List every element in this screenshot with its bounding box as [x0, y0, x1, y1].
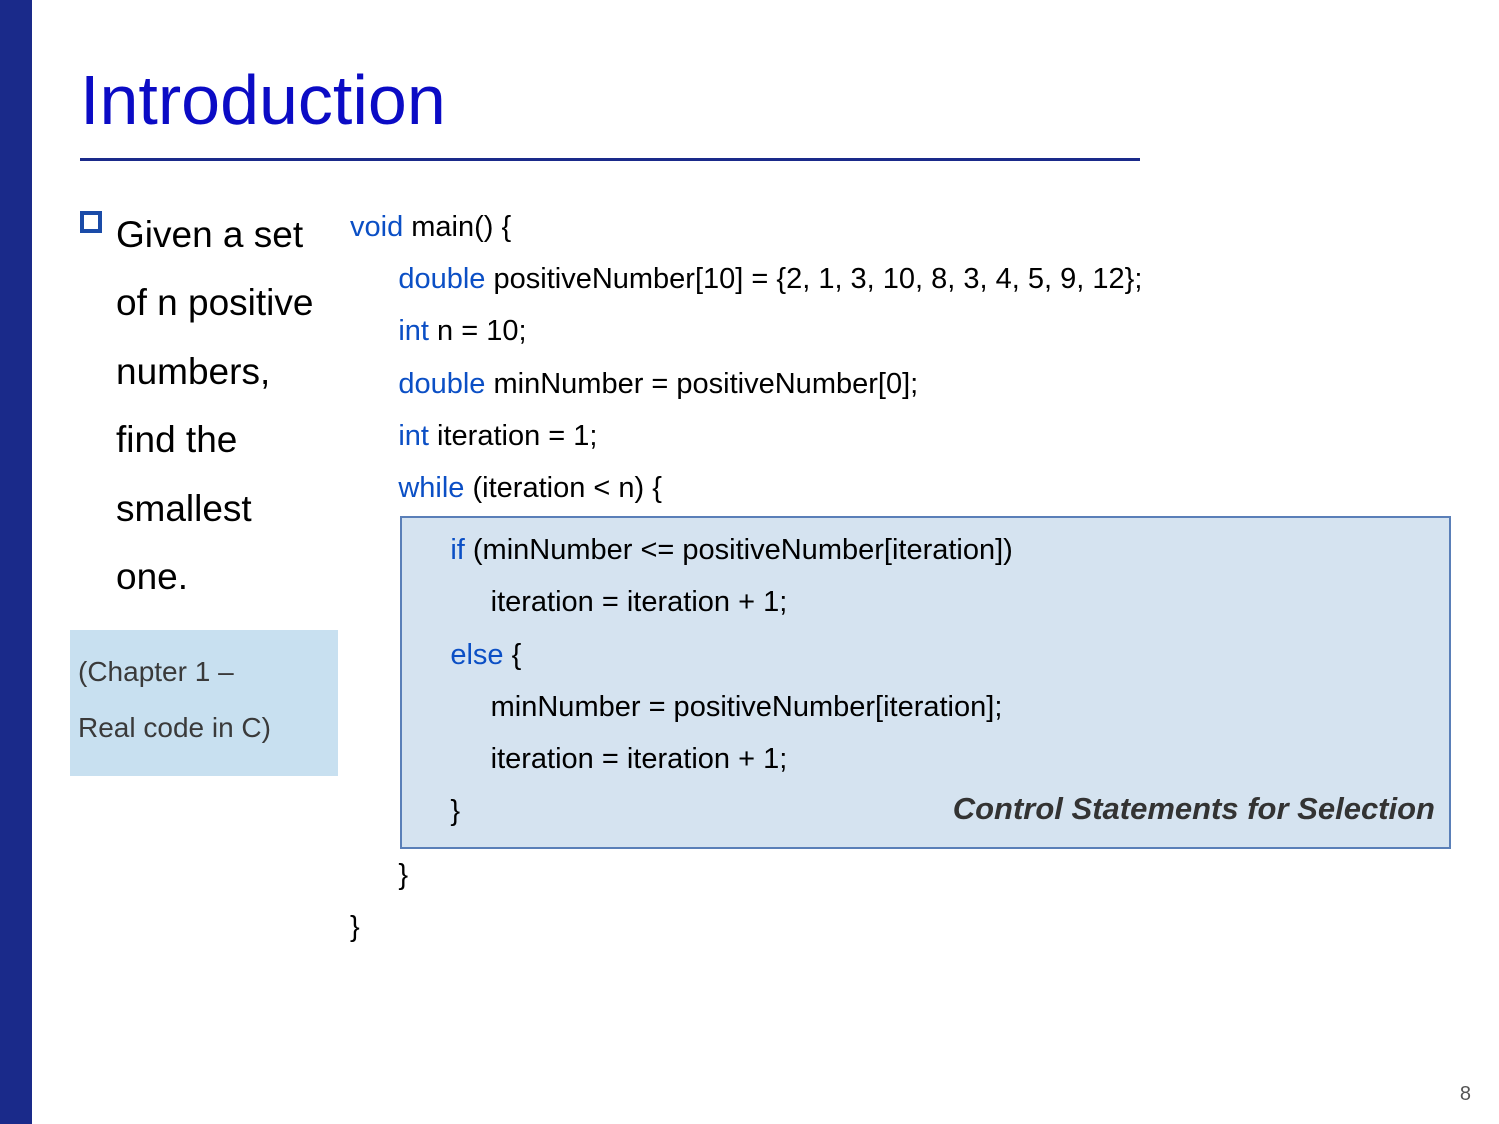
- code-line: double minNumber = positiveNumber[0];: [350, 358, 1451, 410]
- page-number: 8: [1460, 1083, 1471, 1106]
- chapter-note-box: (Chapter 1 – Real code in C): [70, 630, 338, 776]
- code-keyword: if: [450, 534, 465, 566]
- code-keyword: int: [398, 420, 429, 452]
- code-text: n = 10;: [429, 315, 527, 347]
- code-line: iteration = iteration + 1;: [402, 576, 1437, 628]
- code-line: int iteration = 1;: [350, 410, 1451, 462]
- code-keyword: double: [398, 368, 485, 400]
- code-text: iteration = 1;: [429, 420, 597, 452]
- code-line: minNumber = positiveNumber[iteration];: [402, 681, 1437, 733]
- code-text: (iteration < n) {: [464, 472, 661, 504]
- highlight-box: if (minNumber <= positiveNumber[iteratio…: [400, 516, 1451, 849]
- code-keyword: void: [350, 211, 403, 243]
- slide-title: Introduction: [80, 60, 1451, 140]
- code-keyword: int: [398, 315, 429, 347]
- title-underline: [80, 158, 1140, 161]
- bullet-item: Given a set of n positive numbers, find …: [80, 201, 330, 612]
- code-line: void main() {: [350, 201, 1451, 253]
- code-text: {: [504, 639, 522, 671]
- code-keyword: while: [398, 472, 464, 504]
- code-block: void main() { double positiveNumber[10] …: [350, 201, 1451, 954]
- code-line: double positiveNumber[10] = {2, 1, 3, 10…: [350, 253, 1451, 305]
- code-line: if (minNumber <= positiveNumber[iteratio…: [402, 524, 1437, 576]
- code-line: else {: [402, 629, 1437, 681]
- code-text: }: [350, 911, 360, 943]
- bullet-text: Given a set of n positive numbers, find …: [116, 201, 330, 612]
- code-line: }: [350, 901, 1451, 953]
- code-text: }: [450, 795, 460, 827]
- code-text: minNumber = positiveNumber[iteration];: [491, 691, 1003, 723]
- code-line: iteration = iteration + 1;: [402, 733, 1437, 785]
- slide-body: Introduction Given a set of n positive n…: [32, 0, 1499, 1124]
- chapter-note-line2: Real code in C): [78, 700, 330, 756]
- code-line: int n = 10;: [350, 305, 1451, 357]
- code-line: while (iteration < n) {: [350, 462, 1451, 514]
- code-text: minNumber = positiveNumber[0];: [485, 368, 918, 400]
- code-line: }: [350, 849, 1451, 901]
- code-text: positiveNumber[10] = {2, 1, 3, 10, 8, 3,…: [485, 263, 1142, 295]
- code-keyword: else: [450, 639, 503, 671]
- code-text: }: [398, 859, 408, 891]
- code-text: iteration = iteration + 1;: [491, 586, 788, 618]
- code-text: main() {: [403, 211, 511, 243]
- square-bullet-icon: [80, 211, 102, 233]
- code-text: (minNumber <= positiveNumber[iteration]): [465, 534, 1013, 566]
- code-keyword: double: [398, 263, 485, 295]
- left-column: Given a set of n positive numbers, find …: [80, 201, 330, 954]
- content-row: Given a set of n positive numbers, find …: [80, 201, 1451, 954]
- chapter-note-line1: (Chapter 1 –: [78, 644, 330, 700]
- code-text: iteration = iteration + 1;: [491, 743, 788, 775]
- callout-label: Control Statements for Selection: [953, 781, 1435, 837]
- slide-left-accent-bar: [0, 0, 32, 1124]
